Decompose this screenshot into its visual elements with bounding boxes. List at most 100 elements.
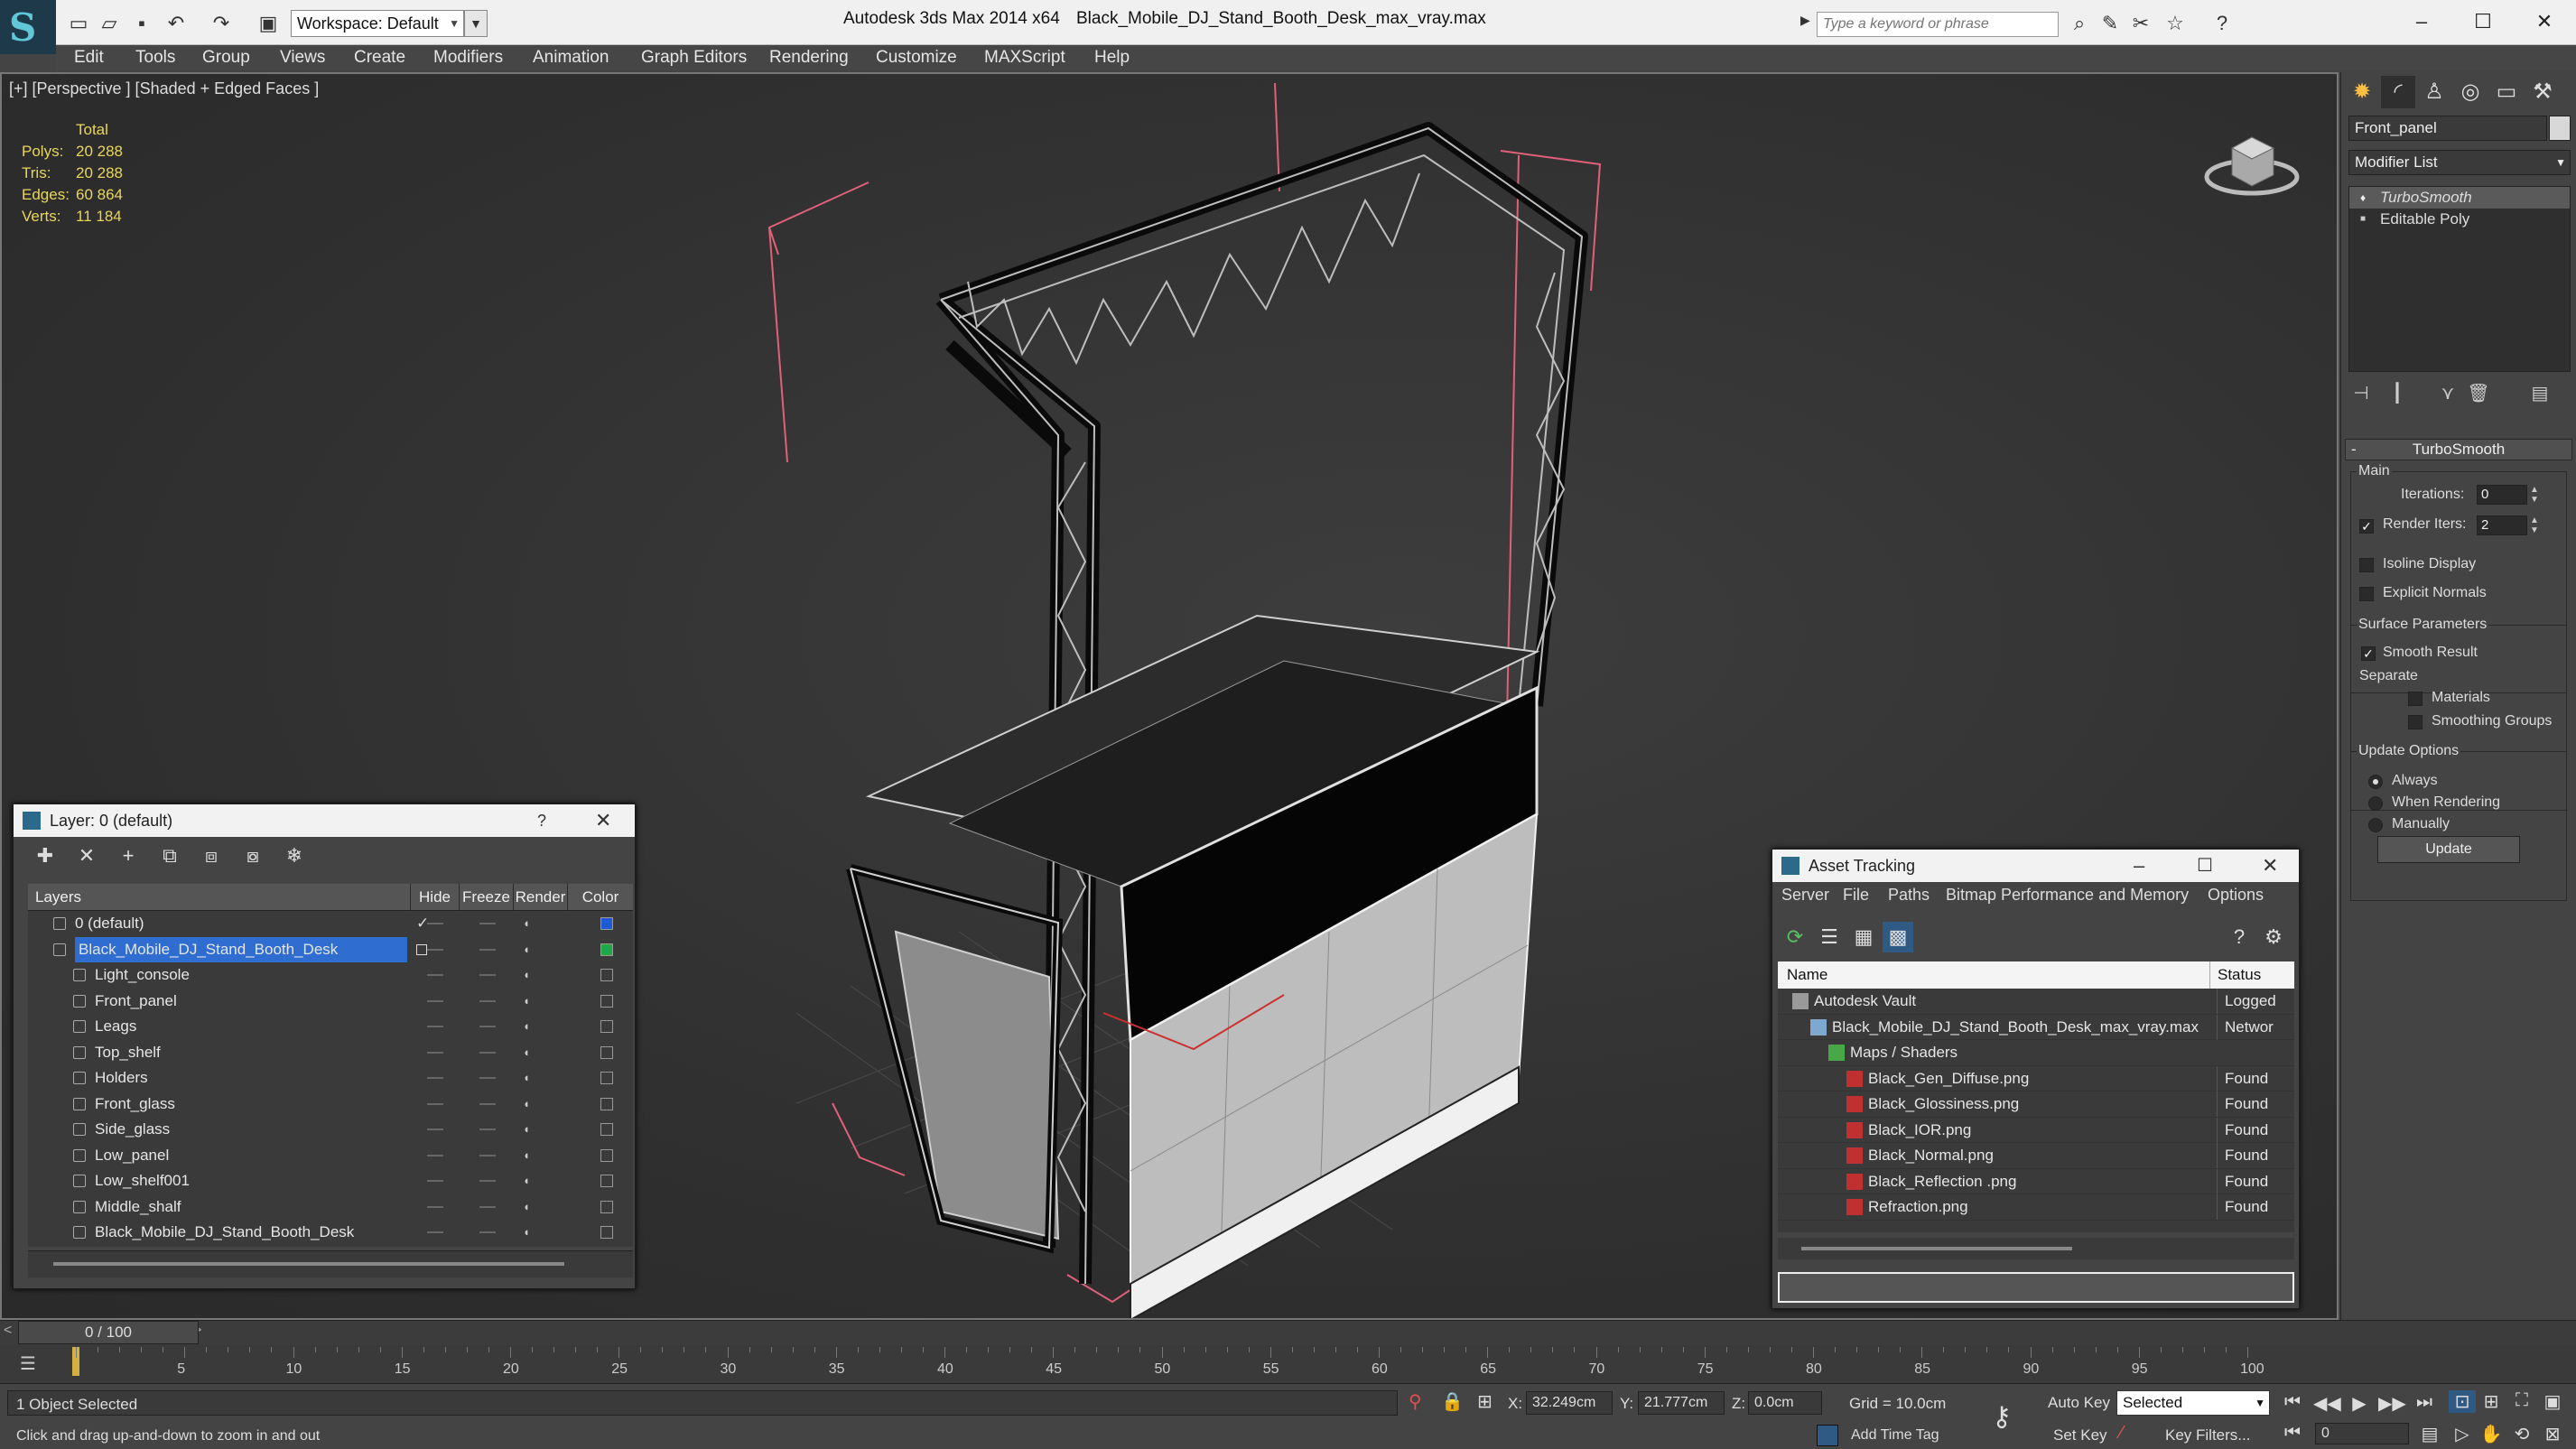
render-teapot-icon[interactable]: ◖ xyxy=(523,1174,537,1188)
menu-graph-editors[interactable]: Graph Editors xyxy=(641,45,747,70)
pan-icon[interactable]: ✋ xyxy=(2478,1423,2505,1445)
asset-row[interactable]: Black_Reflection .png Found xyxy=(1778,1168,2294,1194)
zoom-extents-selected-icon[interactable]: ⛶ xyxy=(2508,1390,2535,1411)
object-row[interactable]: Front_panel ◖ xyxy=(28,989,633,1015)
display-tab-icon[interactable]: ▭ xyxy=(2489,76,2524,108)
turbosmooth-rollout-header[interactable]: - TurboSmooth xyxy=(2345,439,2572,460)
close-icon[interactable]: ✕ xyxy=(2262,850,2278,882)
menu-modifiers[interactable]: Modifiers xyxy=(433,45,503,70)
table-view-icon[interactable]: ▦ xyxy=(1848,922,1879,952)
column-color[interactable]: Color xyxy=(568,884,633,911)
render-teapot-icon[interactable]: ◖ xyxy=(523,1019,537,1034)
update-always-radio[interactable] xyxy=(2368,775,2383,789)
subscription-icon[interactable]: ✂ xyxy=(2127,11,2154,36)
object-row[interactable]: Light_console ◖ xyxy=(28,962,633,989)
list-view-icon[interactable]: ☰ xyxy=(1814,922,1845,952)
track-bar[interactable]: ☰ 5 10 15 20 25 30 35 40 45 50 55 60 65 70 75 80 85 90 95 1… xyxy=(0,1345,2576,1383)
x-coord-field[interactable]: 32.249cm xyxy=(1526,1391,1613,1415)
render-teapot-icon[interactable]: ◖ xyxy=(523,1200,537,1214)
time-slider-thumb[interactable]: 0 / 100 xyxy=(18,1321,199,1344)
key-icon[interactable]: ⁄ xyxy=(2120,1423,2123,1444)
modifier-stack[interactable]: ♦ TurboSmooth ■ Editable Poly xyxy=(2348,186,2571,372)
help-icon[interactable]: ? xyxy=(2224,922,2255,952)
highlight-layer-icon[interactable]: ⧈ xyxy=(196,841,227,871)
workspace-dropdown[interactable]: Workspace: Default ▼ xyxy=(291,10,464,37)
freeze-toggle[interactable] xyxy=(479,1154,496,1156)
isoline-display-checkbox[interactable] xyxy=(2359,558,2374,572)
object-row[interactable]: Black_Mobile_DJ_Stand_Booth_Desk ◖ xyxy=(28,1220,633,1246)
freeze-toggle[interactable] xyxy=(479,948,496,951)
menu-rendering[interactable]: Rendering xyxy=(769,45,849,70)
play-icon[interactable]: ▶ xyxy=(2346,1392,2373,1415)
layer-horizontal-scrollbar[interactable] xyxy=(28,1250,633,1277)
freeze-toggle[interactable] xyxy=(479,1077,496,1079)
menu-tools[interactable]: Tools xyxy=(135,45,175,70)
open-file-icon[interactable]: ▱ xyxy=(98,13,121,34)
hide-toggle[interactable] xyxy=(427,948,443,951)
freeze-toggle[interactable] xyxy=(479,1129,496,1130)
menu-maxscript[interactable]: MAXScript xyxy=(984,45,1065,70)
render-teapot-icon[interactable]: ◖ xyxy=(523,1097,537,1111)
close-icon[interactable]: ✕ xyxy=(2517,5,2571,38)
hide-toggle[interactable] xyxy=(427,1129,443,1130)
menu-edit[interactable]: Edit xyxy=(74,45,104,70)
render-teapot-icon[interactable]: ◖ xyxy=(523,994,537,1008)
time-configuration-icon[interactable]: ▤ xyxy=(2416,1423,2443,1445)
hide-toggle[interactable] xyxy=(427,1180,443,1182)
communication-center-icon[interactable]: ✎ xyxy=(2097,11,2124,36)
render-teapot-icon[interactable]: ◖ xyxy=(523,916,537,931)
menu-animation[interactable]: Animation xyxy=(533,45,609,70)
color-swatch[interactable] xyxy=(600,994,613,1008)
layer-row[interactable]: 0 (default) ✓ ◖ xyxy=(28,911,633,937)
create-tab-icon[interactable]: ✹ xyxy=(2345,76,2379,108)
asset-row[interactable]: Refraction.png Found xyxy=(1778,1194,2294,1221)
go-to-start-icon[interactable]: ⏮ xyxy=(2279,1392,2306,1413)
update-manually-radio[interactable] xyxy=(2368,818,2383,832)
menu-help[interactable]: Help xyxy=(1094,45,1130,70)
color-swatch[interactable] xyxy=(600,1097,613,1110)
render-teapot-icon[interactable]: ◖ xyxy=(523,943,537,957)
new-file-icon[interactable]: ▭ xyxy=(67,13,90,34)
render-iters-spinner-arrows[interactable]: ▲ ▼ xyxy=(2529,516,2540,535)
stack-item-editable-poly[interactable]: ■ Editable Poly xyxy=(2349,209,2570,230)
freeze-all-icon[interactable]: ❄ xyxy=(279,841,310,871)
maximize-viewport-icon[interactable]: ▣ xyxy=(2539,1390,2566,1413)
lightbulb-icon[interactable]: ♦ xyxy=(2360,191,2371,204)
column-name[interactable]: Name xyxy=(1787,961,1827,989)
asset-menu-paths[interactable]: Paths xyxy=(1888,886,1930,905)
add-to-layer-icon[interactable]: + xyxy=(113,841,144,871)
menu-create[interactable]: Create xyxy=(354,45,405,70)
update-when-rendering-radio[interactable] xyxy=(2368,796,2383,811)
asset-menu-options[interactable]: Options xyxy=(2208,886,2264,905)
color-swatch[interactable] xyxy=(600,1123,613,1136)
expand-icon[interactable]: ■ xyxy=(2360,213,2371,226)
freeze-toggle[interactable] xyxy=(479,999,496,1002)
grid-view-icon[interactable]: ▩ xyxy=(1883,922,1913,952)
z-coord-field[interactable]: 0.0cm xyxy=(1748,1391,1822,1415)
time-slider[interactable]: < > xyxy=(0,1320,2576,1345)
hide-toggle[interactable] xyxy=(427,1051,443,1054)
set-key-mode-icon[interactable]: ⚷ xyxy=(1992,1401,2012,1433)
hide-toggle[interactable] xyxy=(427,1154,443,1156)
go-to-end-icon[interactable]: ⏭ xyxy=(2411,1392,2438,1413)
color-swatch[interactable] xyxy=(600,1148,613,1162)
vault-settings-icon[interactable]: ⚙ xyxy=(2258,922,2289,952)
menu-views[interactable]: Views xyxy=(280,45,325,70)
object-row[interactable]: Front_glass ◖ xyxy=(28,1091,633,1118)
zoom-extents-icon[interactable]: ⊡ xyxy=(2449,1390,2476,1413)
hide-toggle[interactable] xyxy=(427,1205,443,1208)
update-button[interactable]: Update xyxy=(2377,836,2520,863)
render-teapot-icon[interactable]: ◖ xyxy=(523,1071,537,1085)
minimize-icon[interactable]: – xyxy=(2395,5,2449,38)
orbit-icon[interactable]: ⟲ xyxy=(2508,1423,2535,1445)
project-folder-icon[interactable]: ▣ xyxy=(256,13,280,34)
redo-icon[interactable]: ↷ xyxy=(209,13,233,34)
asset-row[interactable]: Black_Glossiness.png Found xyxy=(1778,1091,2294,1118)
asset-row[interactable]: Black_Gen_Diffuse.png Found xyxy=(1778,1065,2294,1091)
asset-menu-bitmap-performance[interactable]: Bitmap Performance and Memory xyxy=(1946,886,2189,905)
object-color-swatch[interactable] xyxy=(2549,116,2571,141)
hide-toggle[interactable] xyxy=(427,999,443,1002)
object-name-field[interactable]: Front_panel xyxy=(2348,116,2547,141)
asset-row[interactable]: Black_Mobile_DJ_Stand_Booth_Desk_max_vra… xyxy=(1778,1014,2294,1040)
hide-toggle[interactable] xyxy=(427,1077,443,1079)
